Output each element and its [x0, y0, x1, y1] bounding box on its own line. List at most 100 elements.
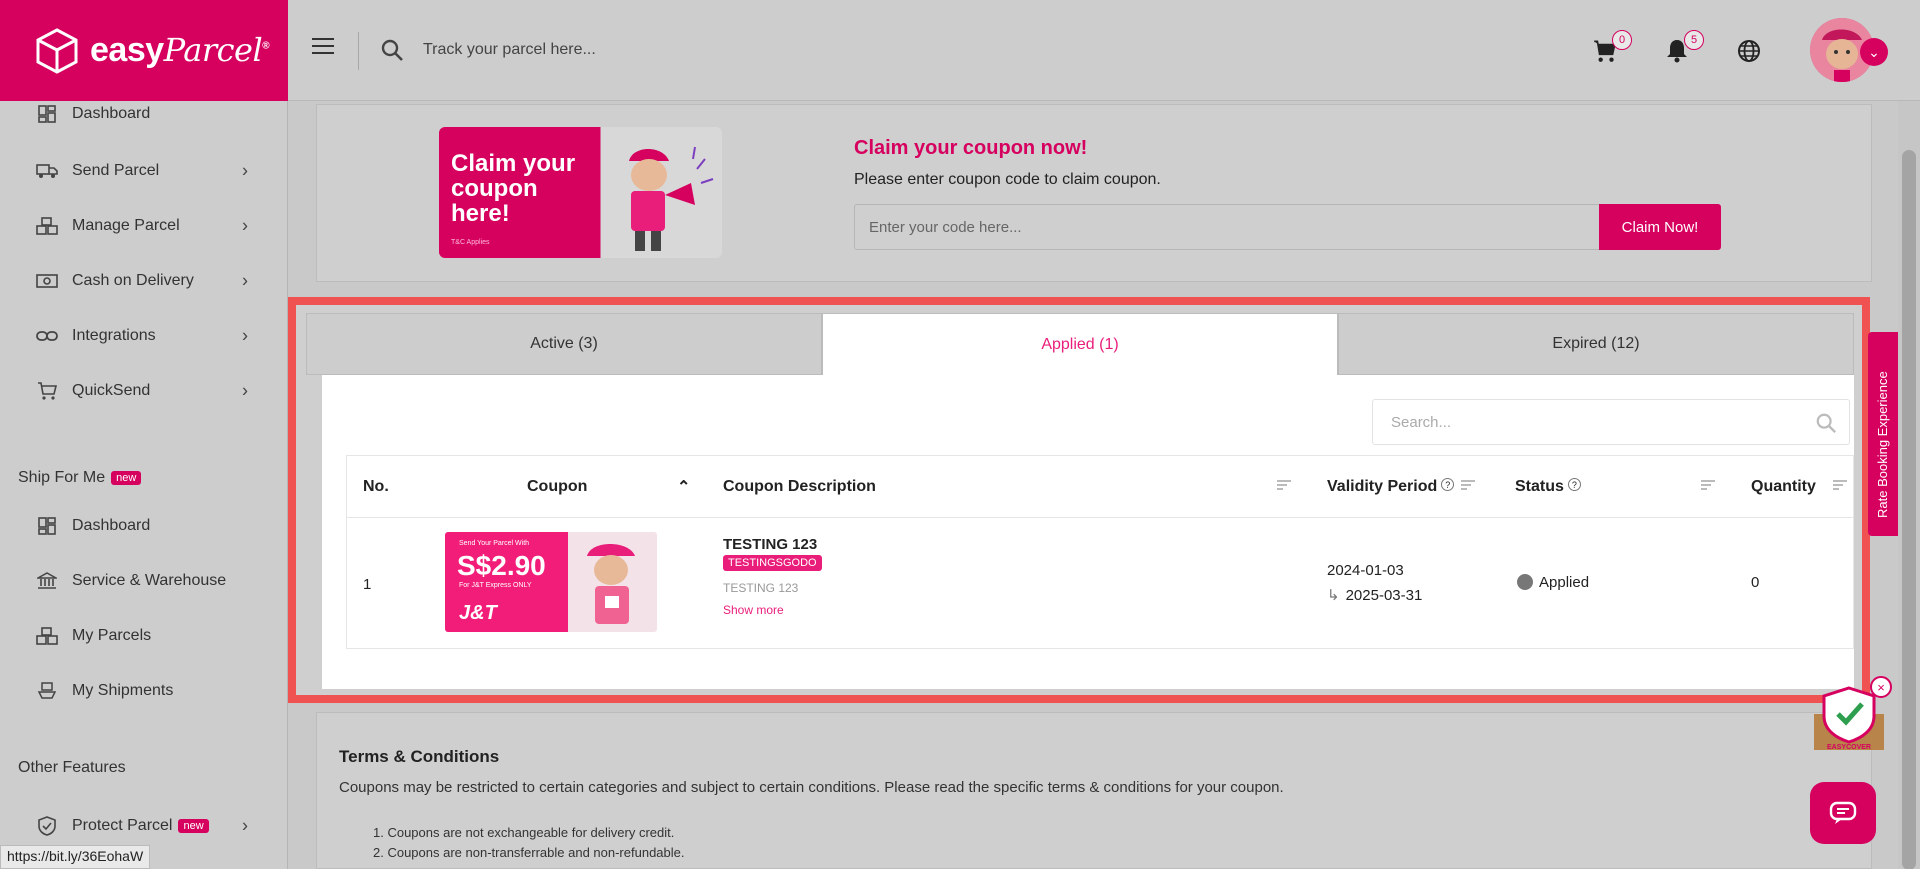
notification-count-badge: 5: [1684, 30, 1704, 50]
logo[interactable]: easyParcel®: [0, 0, 288, 101]
cart-button[interactable]: 0: [1592, 30, 1632, 64]
status-bar-url: https://bit.ly/36EohaW: [0, 845, 151, 869]
coupon-code-badge: TESTINGSGODO: [723, 555, 822, 571]
new-badge: new: [111, 471, 142, 485]
mascot-megaphone-icon: [629, 146, 714, 251]
chat-icon: [1829, 801, 1857, 824]
help-icon[interactable]: ?: [1567, 478, 1581, 491]
chevron-down-icon[interactable]: ⌄: [1860, 38, 1888, 66]
claim-subtitle: Please enter coupon code to claim coupon…: [854, 171, 1161, 188]
col-no[interactable]: No.: [363, 478, 389, 496]
sidebar-item-label: Dashboard: [72, 105, 151, 122]
chevron-right-icon: ›: [242, 270, 248, 290]
sidebar-item-label: Dashboard: [72, 516, 151, 534]
sidebar-item-my-parcels[interactable]: My Parcels: [0, 608, 288, 663]
cube-logo-icon: [36, 27, 78, 74]
table-search-input[interactable]: [1373, 400, 1849, 444]
sort-icon[interactable]: [1277, 480, 1291, 490]
truck-icon: [36, 160, 58, 182]
table-row[interactable]: 1 Send Your Parcel With S$2.90 For J&T E…: [347, 518, 1853, 648]
chevron-right-icon: ›: [242, 160, 248, 180]
help-icon[interactable]: ?: [1441, 478, 1455, 491]
tab-expired[interactable]: Expired (12): [1338, 313, 1854, 375]
banner-tc: T&C Applies: [451, 239, 490, 246]
coupon-image-brand: J&T: [459, 602, 497, 624]
logo-text: easyParcel®: [90, 31, 270, 69]
col-label: Validity Period: [1327, 477, 1438, 495]
boxes-icon: [36, 625, 58, 647]
coupon-list-section: Active (3) Applied (1) Expired (12) No. …: [288, 297, 1870, 703]
claim-coupon-banner: Claim your coupon here! T&C Applies: [439, 127, 722, 258]
sidebar-item-label: Send Parcel: [72, 161, 160, 179]
section-title: Other Features: [18, 759, 126, 776]
terms-list: 1. Coupons are not exchangeable for deli…: [373, 823, 685, 863]
dashboard-icon: [36, 515, 58, 537]
table-header: No. Coupon ⌃ Coupon Description Validity…: [347, 456, 1853, 518]
notifications-button[interactable]: 5: [1664, 30, 1704, 64]
sidebar-item-dashboard[interactable]: Dashboard: [0, 101, 288, 127]
sidebar-item-label: Cash on Delivery: [72, 271, 194, 289]
chat-button[interactable]: [1810, 782, 1876, 844]
search-icon[interactable]: [1815, 412, 1837, 434]
coupon-image: Send Your Parcel With S$2.90 For J&T Exp…: [445, 532, 657, 632]
sidebar-item-label: Manage Parcel: [72, 216, 180, 234]
sidebar-item-label: My Parcels: [72, 626, 152, 644]
sidebar-item-manage-parcel[interactable]: Manage Parcel ›: [0, 198, 288, 253]
shield-icon: [36, 815, 58, 837]
tab-active[interactable]: Active (3): [306, 313, 822, 375]
link-icon: [36, 325, 58, 347]
coupon-code-input[interactable]: [854, 204, 1602, 250]
easycover-label: EASYCOVER: [1827, 744, 1871, 751]
sidebar-item-quicksend[interactable]: QuickSend ›: [0, 363, 288, 418]
quantity-cell: 0: [1751, 574, 1760, 591]
language-button[interactable]: [1736, 38, 1762, 64]
col-quantity[interactable]: Quantity: [1751, 478, 1816, 496]
sidebar-item-label: My Shipments: [72, 681, 174, 699]
coupon-image-sub-text: For J&T Express ONLY: [459, 582, 532, 589]
menu-icon[interactable]: [312, 38, 334, 54]
search-icon: [381, 39, 403, 61]
sort-icon[interactable]: [1461, 480, 1475, 490]
valid-to: 2025-03-31: [1345, 587, 1423, 604]
col-coupon-description[interactable]: Coupon Description: [723, 478, 876, 496]
col-coupon[interactable]: Coupon: [527, 478, 587, 496]
terms-title: Terms & Conditions: [339, 747, 500, 766]
sidebar-item-integrations[interactable]: Integrations ›: [0, 308, 288, 363]
sidebar-item-send-parcel[interactable]: Send Parcel ›: [0, 143, 288, 198]
coupon-description: TESTING 123: [723, 581, 799, 595]
terms-section: Terms & Conditions Coupons may be restri…: [316, 712, 1872, 869]
terms-intro: Coupons may be restricted to certain cat…: [339, 779, 1284, 796]
close-icon[interactable]: ×: [1870, 676, 1892, 698]
ship-icon: [36, 680, 58, 702]
cart-count-badge: 0: [1612, 30, 1632, 50]
sidebar-item-cash-on-delivery[interactable]: Cash on Delivery ›: [0, 253, 288, 308]
status-dot-icon: [1517, 574, 1533, 590]
coupon-title: TESTING 123: [723, 536, 818, 553]
col-status[interactable]: Status?: [1515, 478, 1581, 496]
cash-icon: [36, 270, 58, 292]
sidebar-item-sfm-dashboard[interactable]: Dashboard: [0, 498, 288, 553]
sort-icon[interactable]: [1701, 480, 1715, 490]
mascot-icon: [587, 544, 635, 624]
scrollbar-thumb[interactable]: [1902, 150, 1916, 869]
terms-item: 1. Coupons are not exchangeable for deli…: [373, 825, 675, 840]
valid-from: 2024-01-03: [1327, 562, 1404, 579]
coupon-table-panel: No. Coupon ⌃ Coupon Description Validity…: [322, 375, 1854, 689]
sidebar-item-my-shipments[interactable]: My Shipments: [0, 663, 288, 718]
coupon-image-top-text: Send Your Parcel With: [459, 540, 530, 547]
tab-applied[interactable]: Applied (1): [822, 313, 1338, 375]
sidebar-item-service-warehouse[interactable]: Service & Warehouse: [0, 553, 288, 608]
claim-now-button[interactable]: Claim Now!: [1599, 204, 1721, 250]
rate-booking-experience-tab[interactable]: Rate Booking Experience: [1868, 332, 1898, 536]
banner-text: Claim your coupon here!: [451, 150, 576, 227]
sidebar-item-label: Service & Warehouse: [72, 571, 227, 589]
col-validity-period[interactable]: Validity Period?: [1327, 477, 1455, 496]
col-label: Status: [1515, 477, 1564, 495]
chevron-up-icon[interactable]: ⌃: [677, 477, 690, 497]
sidebar-item-label: Protect Parcel: [72, 816, 173, 834]
validity-cell: 2024-01-03 ↳ 2025-03-31: [1327, 562, 1422, 604]
sort-icon[interactable]: [1833, 480, 1847, 490]
show-more-link[interactable]: Show more: [723, 603, 822, 617]
return-arrow-icon: ↳: [1327, 587, 1340, 604]
track-parcel-input[interactable]: [423, 30, 923, 70]
